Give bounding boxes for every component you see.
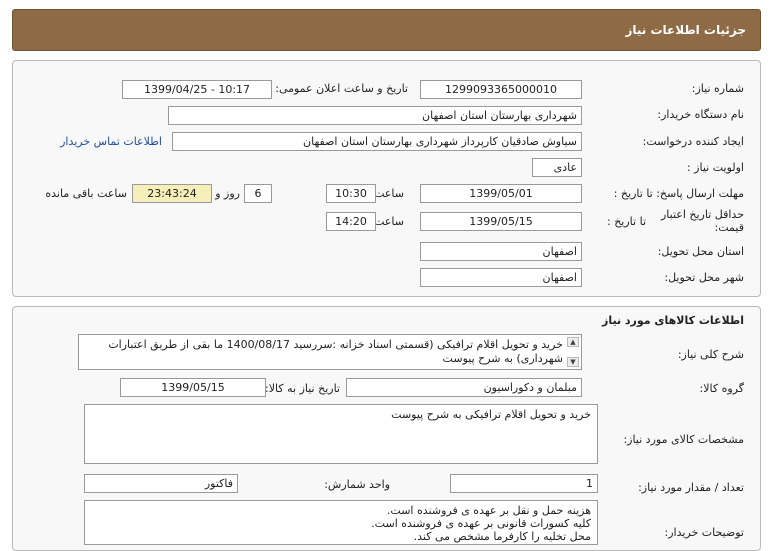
remaining-time-field: 23:43:24 xyxy=(132,184,212,203)
need-number-field: 1299093365000010 xyxy=(420,80,582,99)
validity-time-label: ساعت xyxy=(374,215,404,228)
requester-label: ایجاد کننده درخواست: xyxy=(642,135,744,148)
deadline-time-label: ساعت xyxy=(374,187,404,200)
page-header: جزئیات اطلاعات نیاز xyxy=(12,9,761,51)
announce-label: تاریخ و ساعت اعلان عمومی: xyxy=(275,82,408,95)
goods-section-title: اطلاعات کالاهای مورد نیاز xyxy=(602,314,744,327)
unit-field: فاکتور xyxy=(84,474,238,493)
need-number-label: شماره نیاز: xyxy=(691,82,744,95)
buyer-notes-field: هزینه حمل و نقل بر عهده ی فروشنده است. ک… xyxy=(84,500,598,545)
specs-field: خرید و تحویل اقلام ترافیکی به شرح پیوست xyxy=(84,404,598,464)
days-label: روز و xyxy=(215,187,240,200)
requester-field: سیاوش صادقیان کارپرداز شهرداری بهارستان … xyxy=(172,132,582,151)
quantity-label: تعداد / مقدار مورد نیاز: xyxy=(638,481,744,494)
deadline-date-field: 1399/05/01 xyxy=(420,184,582,203)
validity-until-label: تا تاریخ : xyxy=(607,215,646,228)
days-remaining-field: 6 xyxy=(244,184,272,203)
city-field: اصفهان xyxy=(420,268,582,287)
city-label: شهر محل تحویل: xyxy=(664,271,744,284)
buyer-note-line: کلیه کسورات قانونی بر عهده ی فروشنده است… xyxy=(371,517,591,530)
need-description-label: شرح کلی نیاز: xyxy=(677,348,744,361)
remaining-label: ساعت باقی مانده xyxy=(45,187,127,200)
province-field: اصفهان xyxy=(420,242,582,261)
page-title: جزئیات اطلاعات نیاز xyxy=(625,23,746,37)
scroll-down-icon[interactable]: ▼ xyxy=(567,357,579,367)
goods-group-field: مبلمان و دکوراسیون xyxy=(346,378,582,397)
province-label: استان محل تحویل: xyxy=(657,245,744,258)
priority-field: عادی xyxy=(532,158,582,177)
need-description-field: خرید و تحویل اقلام ترافیکی (قسمتی اسناد … xyxy=(78,334,582,370)
buyer-notes-label: توضیحات خریدار: xyxy=(664,526,745,539)
buyer-contact-link[interactable]: اطلاعات تماس خریدار xyxy=(60,135,162,148)
unit-label: واحد شمارش: xyxy=(324,478,390,491)
validity-date-field: 1399/05/15 xyxy=(420,212,582,231)
deadline-label: مهلت ارسال پاسخ: تا تاریخ : xyxy=(613,187,744,200)
goods-group-label: گروه کالا: xyxy=(699,382,744,395)
deadline-time-field: 10:30 xyxy=(326,184,376,203)
buyer-note-line: محل تخلیه را کارفرما مشخص می کند. xyxy=(413,530,591,543)
need-date-label: تاریخ نیاز به کالا: xyxy=(265,382,340,395)
validity-label: حداقل تاریخ اعتبار قیمت: xyxy=(660,208,744,234)
buyer-org-field: شهرداری بهارستان استان اصفهان xyxy=(168,106,582,125)
quantity-field: 1 xyxy=(450,474,598,493)
announce-field: 1399/04/25 - 10:17 xyxy=(122,80,272,99)
buyer-org-label: نام دستگاه خریدار: xyxy=(657,108,744,121)
scroll-up-icon[interactable]: ▲ xyxy=(567,337,579,347)
validity-time-field: 14:20 xyxy=(326,212,376,231)
buyer-note-line: هزینه حمل و نقل بر عهده ی فروشنده است. xyxy=(386,504,591,517)
priority-label: اولویت نیاز : xyxy=(686,161,744,174)
need-date-field: 1399/05/15 xyxy=(120,378,266,397)
specs-label: مشخصات کالای مورد نیاز: xyxy=(623,433,744,446)
